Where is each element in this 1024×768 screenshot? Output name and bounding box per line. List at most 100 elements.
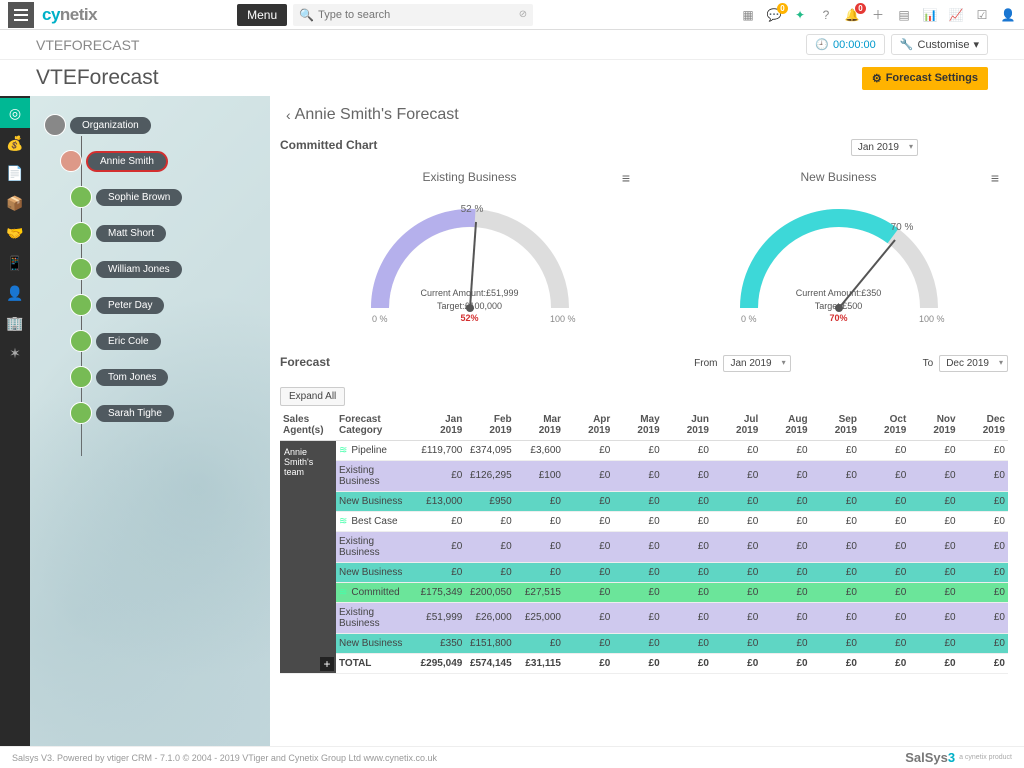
table-row[interactable]: New Business£350£151,800£0£0£0£0£0£0£0£0… [280,633,1008,653]
apps-icon[interactable]: ✦ [792,7,808,23]
cell-value: £0 [860,511,909,531]
avatar [70,402,92,424]
cell-value: £0 [959,633,1008,653]
org-child[interactable]: Eric Cole [70,330,270,352]
cell-value: £0 [909,633,958,653]
cell-value: £0 [613,562,662,582]
table-row[interactable]: Existing Business£51,999£26,000£25,000£0… [280,602,1008,633]
hamburger-icon[interactable] [8,2,34,28]
cell-value: £0 [811,633,860,653]
org-child[interactable]: Sarah Tighe [70,402,270,424]
add-agent-icon[interactable]: + [320,657,334,671]
col-month: Nov2019 [909,410,958,441]
cell-category: ≋Pipeline [336,440,416,460]
gauge-menu-icon[interactable]: ≡ [991,170,998,186]
cell-value: £0 [663,562,712,582]
chart-month-select[interactable]: Jan 2019 [851,139,918,156]
cell-value: £295,049 [416,653,465,673]
menu-button[interactable]: Menu [237,4,287,26]
cell-value: £0 [860,440,909,460]
rail-building-icon[interactable]: 🏢 [0,308,30,338]
cell-value: £0 [712,531,761,562]
timer[interactable]: 🕘00:00:00 [806,34,885,55]
avatar [70,294,92,316]
grid-icon[interactable]: ▤ [896,7,912,23]
cell-value: £0 [515,633,564,653]
rail-star-icon[interactable]: ✶ [0,338,30,368]
cell-value: £0 [860,602,909,633]
org-child[interactable]: Tom Jones [70,366,270,388]
cell-value: £0 [909,653,958,673]
col-month: May2019 [613,410,662,441]
org-selected[interactable]: Annie Smith [60,150,270,172]
rail-person-icon[interactable]: 👤 [0,278,30,308]
rail-target-icon[interactable]: ◎ [0,98,30,128]
svg-text:0 %: 0 % [372,314,388,324]
clear-icon[interactable]: ⊘ [519,9,527,20]
chat-icon[interactable]: 💬0 [766,7,782,23]
sub-bar: VTEFORECAST 🕘00:00:00 🔧Customise ▾ [0,30,1024,60]
main-content: ‹ Annie Smith's Forecast Committed Chart… [270,96,1024,746]
bell-icon[interactable]: 🔔0 [844,7,860,23]
salsys-logo: SalSys3 [905,750,955,765]
svg-text:52 %: 52 % [460,204,483,215]
col-month: Dec2019 [959,410,1008,441]
forecast-settings-button[interactable]: ⚙Forecast Settings [862,67,988,90]
chart-icon[interactable]: 📊 [922,7,938,23]
cell-value: £0 [712,491,761,511]
rail-box-icon[interactable]: 📦 [0,188,30,218]
cell-value: £0 [909,582,958,602]
org-child[interactable]: Matt Short [70,222,270,244]
cell-value: £0 [564,633,613,653]
agent-cell: Annie Smith's team+ [280,440,336,673]
cell-value: £0 [761,582,810,602]
add-icon[interactable]: ＋ [870,7,886,23]
search-field[interactable] [318,9,515,21]
user-icon[interactable]: 👤 [1000,7,1016,23]
table-row[interactable]: Existing Business£0£0£0£0£0£0£0£0£0£0£0£… [280,531,1008,562]
rail-doc-icon[interactable]: 📄 [0,158,30,188]
org-child[interactable]: Sophie Brown [70,186,270,208]
cell-value: £0 [663,582,712,602]
org-root[interactable]: Organization [44,114,270,136]
table-row[interactable]: New Business£0£0£0£0£0£0£0£0£0£0£0£0 [280,562,1008,582]
help-icon[interactable]: ? [818,7,834,23]
cell-value: £0 [959,562,1008,582]
expand-all-button[interactable]: Expand All [280,387,345,406]
search-icon: 🔍 [299,8,314,22]
cell-value: £0 [465,562,514,582]
rail-bag-icon[interactable]: 💰 [0,128,30,158]
cell-value: £0 [811,582,860,602]
table-row[interactable]: ≋Committed£175,349£200,050£27,515£0£0£0£… [280,582,1008,602]
to-select[interactable]: Dec 2019 [939,355,1008,372]
check-icon[interactable]: ☑ [974,7,990,23]
col-month: Feb2019 [465,410,514,441]
rail-device-icon[interactable]: 📱 [0,248,30,278]
cell-value: £0 [860,491,909,511]
calendar-icon[interactable]: ▦ [740,7,756,23]
table-row[interactable]: Existing Business£0£126,295£100£0£0£0£0£… [280,460,1008,491]
gear-icon: ⚙ [872,72,882,85]
rail-handshake-icon[interactable]: 🤝 [0,218,30,248]
table-row[interactable]: New Business£13,000£950£0£0£0£0£0£0£0£0£… [280,491,1008,511]
chevron-left-icon[interactable]: ‹ [286,107,291,123]
cell-value: £0 [613,531,662,562]
cell-value: £0 [761,511,810,531]
from-select[interactable]: Jan 2019 [723,355,790,372]
chart2-icon[interactable]: 📈 [948,7,964,23]
table-row[interactable]: TOTAL£295,049£574,145£31,115£0£0£0£0£0£0… [280,653,1008,673]
customise-button[interactable]: 🔧Customise ▾ [891,34,988,55]
col-month: Aug2019 [761,410,810,441]
wrench-icon: 🔧 [900,38,914,51]
cell-value: £0 [860,653,909,673]
table-row[interactable]: ≋Best Case£0£0£0£0£0£0£0£0£0£0£0£0 [280,511,1008,531]
org-child[interactable]: Peter Day [70,294,270,316]
gauge-menu-icon[interactable]: ≡ [622,170,629,186]
search-input[interactable]: 🔍 ⊘ [293,4,533,26]
cell-value: £119,700 [416,440,465,460]
cell-value: £0 [613,440,662,460]
org-child[interactable]: William Jones [70,258,270,280]
cell-value: £0 [909,562,958,582]
cell-value: £0 [811,440,860,460]
table-row[interactable]: Annie Smith's team+≋Pipeline£119,700£374… [280,440,1008,460]
